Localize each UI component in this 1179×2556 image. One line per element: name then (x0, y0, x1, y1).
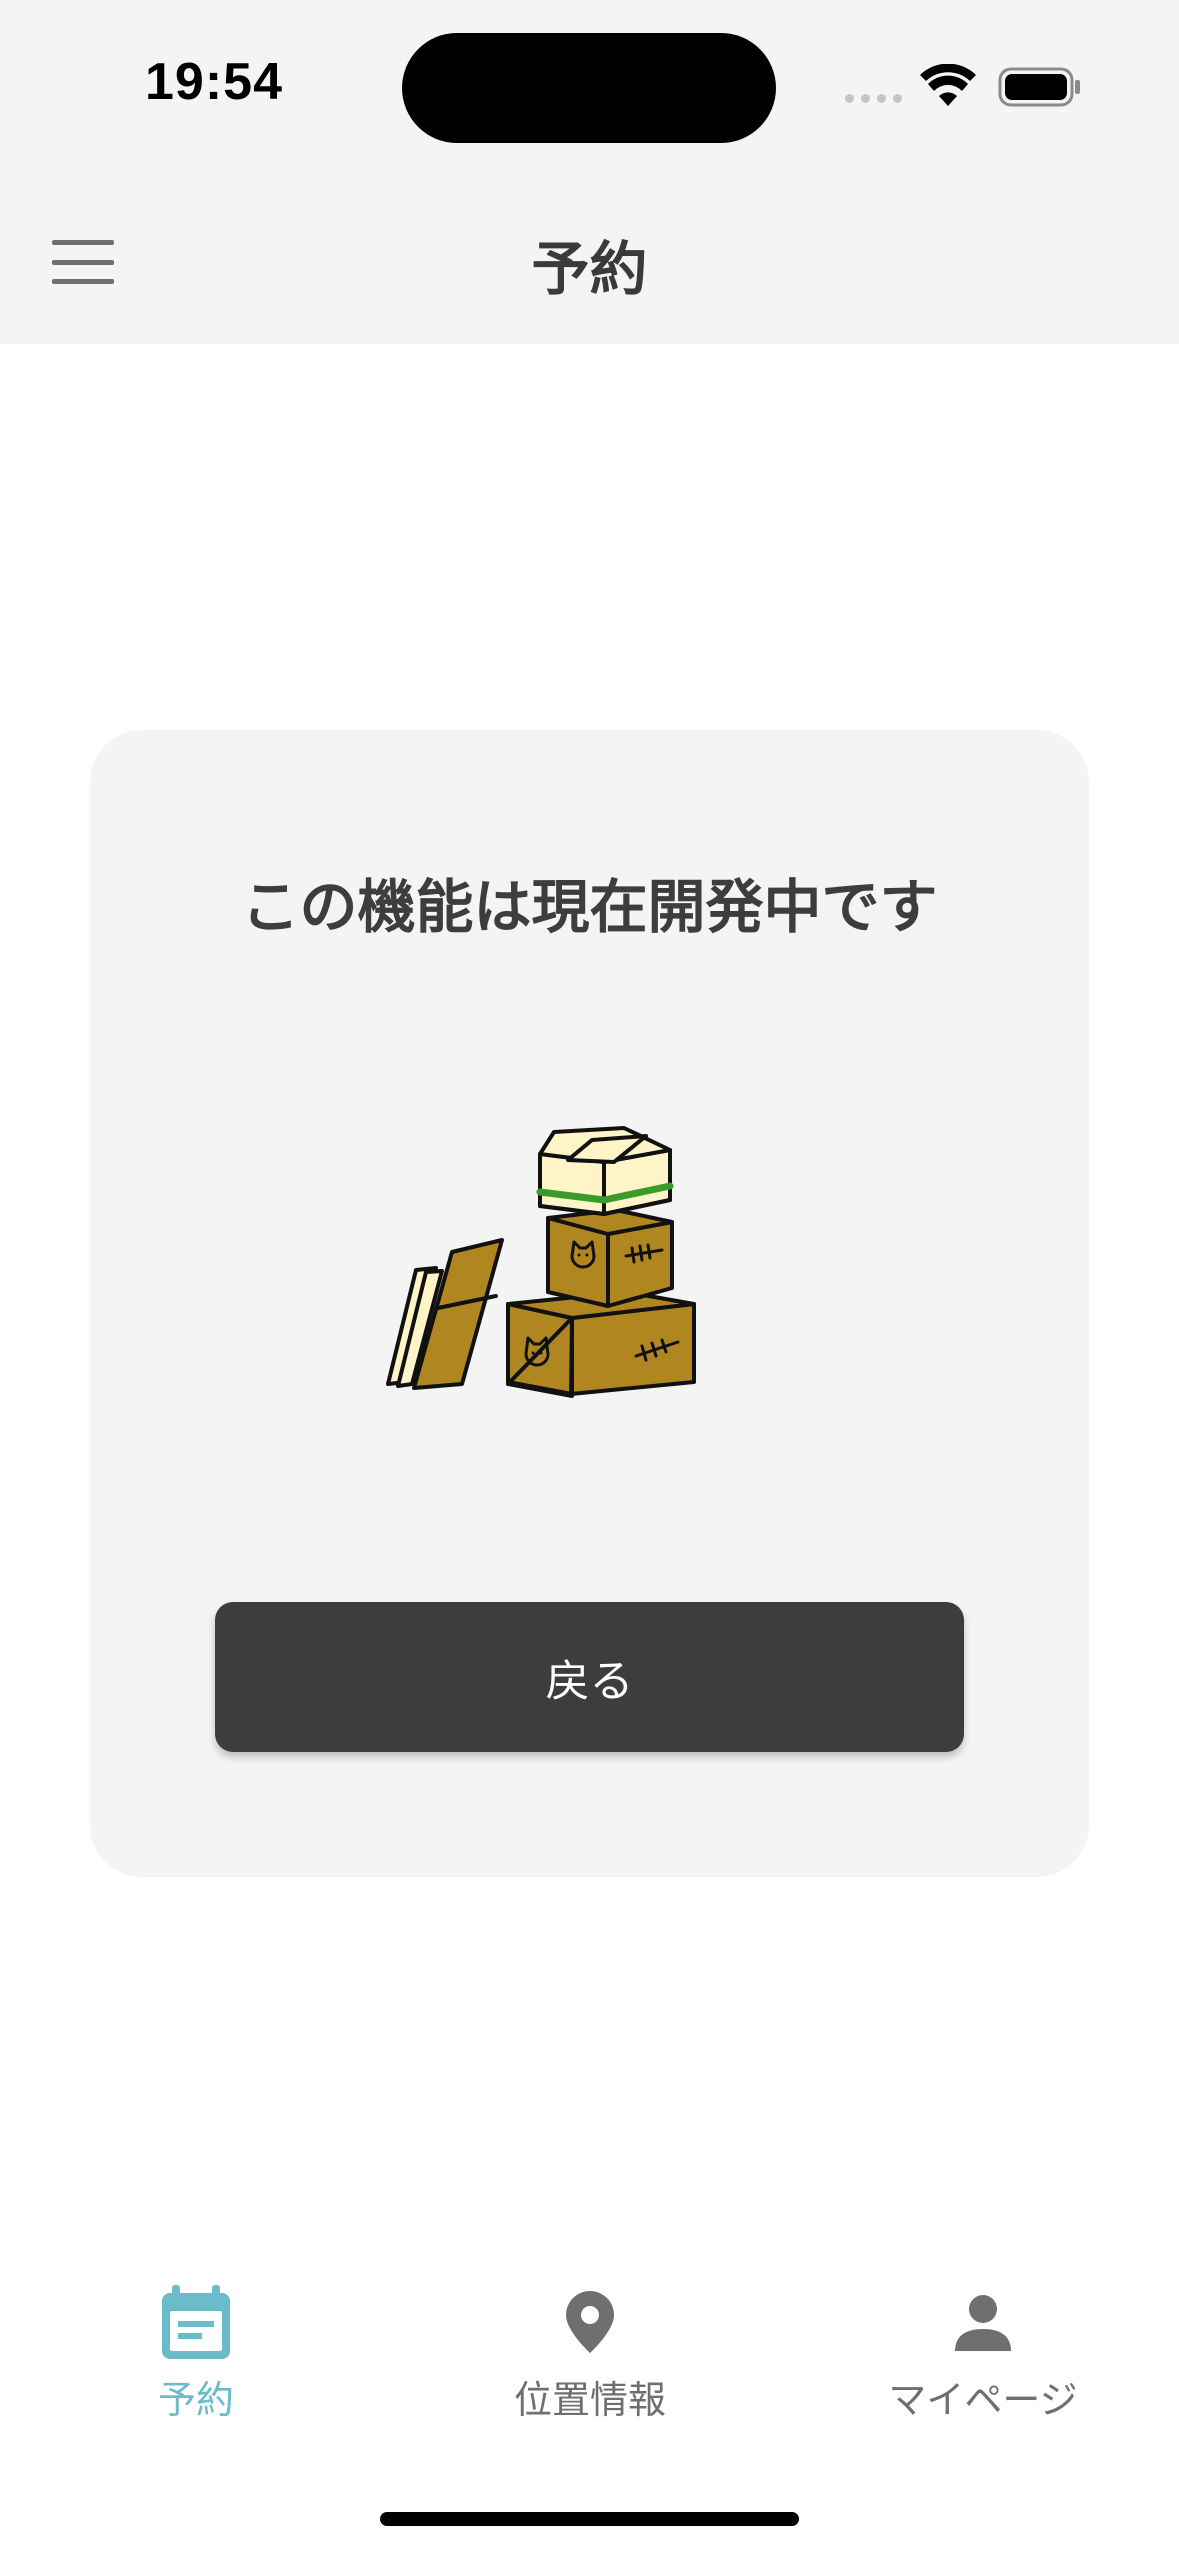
battery-icon (998, 67, 1080, 107)
under-development-message: この機能は現在開発中です (241, 873, 938, 941)
wifi-icon (920, 64, 976, 106)
nav-label-location: 位置情報 (513, 2378, 666, 2422)
home-indicator (380, 2512, 799, 2526)
person-icon (955, 2294, 1011, 2351)
nav-label-reservation: 予約 (157, 2378, 234, 2422)
status-time: 19:54 (145, 53, 283, 111)
back-button[interactable]: 戻る (215, 1602, 964, 1752)
nav-tab-reservation[interactable]: 予約 (46, 2284, 346, 2424)
calendar-icon (162, 2284, 230, 2359)
under-development-card: この機能は現在開発中です 戻る (90, 730, 1089, 1877)
location-pin-icon (566, 2290, 614, 2353)
page-title: 予約 (531, 235, 648, 303)
nav-label-mypage: マイページ (888, 2378, 1078, 2422)
cardboard-boxes-illustration (386, 1126, 696, 1398)
nav-tab-mypage[interactable]: マイページ (833, 2284, 1133, 2424)
nav-tab-location[interactable]: 位置情報 (440, 2284, 740, 2424)
dynamic-island (402, 33, 776, 143)
cellular-signal-icon (845, 94, 902, 103)
